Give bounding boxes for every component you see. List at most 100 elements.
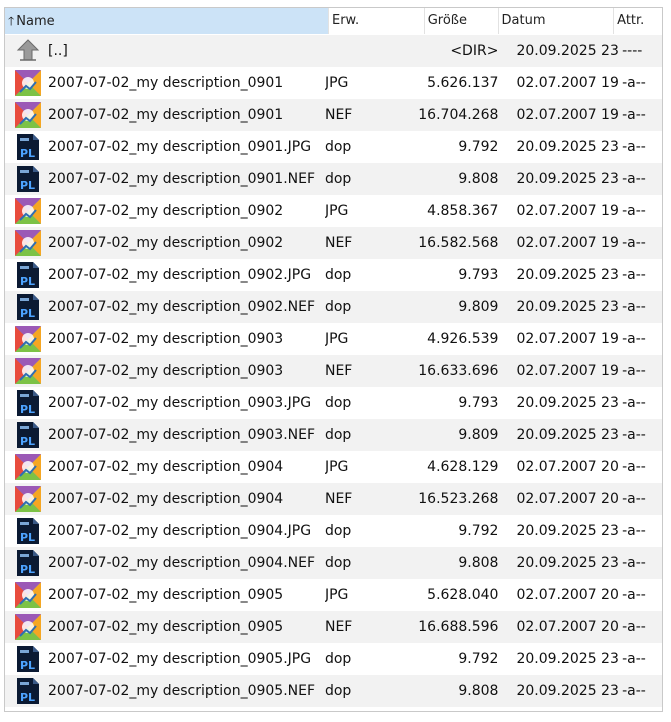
- file-attributes: -a--: [622, 555, 646, 571]
- file-row[interactable]: 2007-07-02_my description_0902 NEF 16.582.…: [5, 227, 662, 259]
- file-size: 4.858.367: [427, 203, 499, 219]
- file-row[interactable]: PL 2007-07-02_my description_0903.JPG dop…: [5, 387, 662, 419]
- file-row[interactable]: 2007-07-02_my description_0903 NEF 16.633.…: [5, 355, 662, 387]
- file-extension: NEF: [324, 619, 353, 635]
- file-attributes: -a--: [622, 75, 646, 91]
- dop-sidecar-file-icon: PL: [17, 422, 39, 448]
- file-size: 16.688.596: [418, 619, 499, 635]
- file-row[interactable]: PL 2007-07-02_my description_0904.JPG dop…: [5, 515, 662, 547]
- file-name: 2007-07-02_my description_0904: [48, 459, 284, 475]
- file-name-cell: [..]: [5, 35, 325, 67]
- file-size: 5.628.040: [427, 587, 499, 603]
- file-date: 20.09.2025 23:13: [516, 427, 619, 443]
- file-date: 20.09.2025 23:13: [516, 683, 619, 699]
- file-name-cell: PL 2007-07-02_my description_0902.JPG: [5, 259, 325, 291]
- file-name: 2007-07-02_my description_0904: [48, 491, 284, 507]
- file-name: 2007-07-02_my description_0902.NEF: [48, 299, 316, 315]
- file-name: 2007-07-02_my description_0903.JPG: [48, 395, 312, 411]
- file-row[interactable]: 2007-07-02_my description_0903 JPG 4.926.5…: [5, 323, 662, 355]
- file-attributes: -a--: [622, 491, 646, 507]
- file-date: 20.09.2025 23:13: [516, 299, 619, 315]
- image-file-icon: [15, 70, 41, 96]
- file-date: 02.07.2007 20:00: [516, 587, 619, 603]
- file-name: 2007-07-02_my description_0903.NEF: [48, 427, 316, 443]
- file-date: 20.09.2025 23:13: [516, 651, 619, 667]
- file-name-cell: 2007-07-02_my description_0904: [5, 483, 325, 515]
- file-rows: [..]<DIR>20.09.2025 23:13---- 2007-07-02…: [5, 35, 662, 707]
- file-row[interactable]: PL 2007-07-02_my description_0905.JPG dop…: [5, 643, 662, 675]
- dop-sidecar-file-icon: PL: [17, 134, 39, 160]
- file-attributes: -a--: [622, 203, 646, 219]
- file-extension: JPG: [324, 75, 349, 91]
- image-file-icon: [15, 326, 41, 352]
- file-size: 16.704.268: [418, 107, 499, 123]
- file-extension: dop: [324, 171, 352, 187]
- column-header-name[interactable]: 🡑 Name: [5, 8, 329, 34]
- column-header-extension[interactable]: Erw.: [329, 8, 425, 34]
- file-size: 9.793: [458, 395, 499, 411]
- file-attributes: -a--: [622, 331, 646, 347]
- file-date: 02.07.2007 19:59: [516, 203, 619, 219]
- file-row[interactable]: PL 2007-07-02_my description_0902.JPG dop…: [5, 259, 662, 291]
- file-size: 9.792: [458, 139, 499, 155]
- file-name: 2007-07-02_my description_0905.JPG: [48, 651, 312, 667]
- file-row[interactable]: 2007-07-02_my description_0901 JPG 5.626.1…: [5, 67, 662, 99]
- file-extension: dop: [324, 555, 352, 571]
- file-extension: NEF: [324, 235, 353, 251]
- column-header-extension-label: Erw.: [332, 13, 360, 28]
- file-date: 20.09.2025 23:13: [516, 523, 619, 539]
- file-row[interactable]: PL 2007-07-02_my description_0904.NEF dop…: [5, 547, 662, 579]
- file-row[interactable]: PL 2007-07-02_my description_0905.NEF dop…: [5, 675, 662, 707]
- file-row[interactable]: 2007-07-02_my description_0902 JPG 4.858.3…: [5, 195, 662, 227]
- file-name-cell: PL 2007-07-02_my description_0905.JPG: [5, 643, 325, 675]
- file-extension: NEF: [324, 107, 353, 123]
- file-name-cell: 2007-07-02_my description_0902: [5, 195, 325, 227]
- file-attributes: -a--: [622, 651, 646, 667]
- image-file-icon: [15, 486, 41, 512]
- dop-sidecar-file-icon: PL: [17, 294, 39, 320]
- file-row[interactable]: PL 2007-07-02_my description_0903.NEF dop…: [5, 419, 662, 451]
- svg-text:PL: PL: [20, 659, 35, 672]
- file-size: 16.523.268: [418, 491, 499, 507]
- file-size: 9.809: [458, 299, 499, 315]
- file-attributes: -a--: [622, 235, 646, 251]
- sort-ascending-icon: 🡑: [8, 14, 15, 28]
- file-name-cell: 2007-07-02_my description_0901: [5, 99, 325, 131]
- file-row[interactable]: 2007-07-02_my description_0905 NEF 16.688.…: [5, 611, 662, 643]
- file-name: 2007-07-02_my description_0903: [48, 331, 284, 347]
- file-size: 9.808: [458, 171, 499, 187]
- file-date: 02.07.2007 20:00: [516, 619, 619, 635]
- file-attributes: -a--: [622, 587, 646, 603]
- parent-directory-row[interactable]: [..] <DIR> 20.09.2025 23:13----: [5, 35, 662, 67]
- dop-sidecar-file-icon: PL: [17, 262, 39, 288]
- file-row[interactable]: PL 2007-07-02_my description_0901.NEF dop…: [5, 163, 662, 195]
- column-header-attributes[interactable]: Attr.: [614, 8, 662, 34]
- file-name-cell: 2007-07-02_my description_0903: [5, 323, 325, 355]
- file-row[interactable]: 2007-07-02_my description_0904 JPG 4.628.1…: [5, 451, 662, 483]
- file-extension: dop: [324, 683, 352, 699]
- file-name-cell: 2007-07-02_my description_0903: [5, 355, 325, 387]
- file-size: 4.926.539: [427, 331, 499, 347]
- image-file-icon: [15, 230, 41, 256]
- file-size: 9.808: [458, 683, 499, 699]
- file-attributes: -a--: [622, 459, 646, 475]
- file-size: 9.809: [458, 427, 499, 443]
- file-attributes: -a--: [622, 523, 646, 539]
- column-header-date[interactable]: Datum: [499, 8, 615, 34]
- file-row[interactable]: PL 2007-07-02_my description_0901.JPG dop…: [5, 131, 662, 163]
- column-header-bar: 🡑 Name Erw. Größe Datum Attr.: [5, 8, 662, 34]
- file-name: 2007-07-02_my description_0905.NEF: [48, 683, 316, 699]
- file-row[interactable]: 2007-07-02_my description_0901 NEF 16.704.…: [5, 99, 662, 131]
- file-row[interactable]: PL 2007-07-02_my description_0902.NEF dop…: [5, 291, 662, 323]
- svg-text:PL: PL: [20, 403, 35, 416]
- column-header-size[interactable]: Größe: [425, 8, 499, 34]
- image-file-icon: [15, 102, 41, 128]
- file-row[interactable]: 2007-07-02_my description_0905 JPG 5.628.0…: [5, 579, 662, 611]
- file-name-cell: PL 2007-07-02_my description_0904.JPG: [5, 515, 325, 547]
- column-header-attributes-label: Attr.: [617, 13, 645, 28]
- file-attributes: -a--: [622, 363, 646, 379]
- file-row[interactable]: 2007-07-02_my description_0904 NEF 16.523.…: [5, 483, 662, 515]
- file-attributes: ----: [622, 43, 643, 59]
- file-name: 2007-07-02_my description_0901.JPG: [48, 139, 312, 155]
- file-extension: dop: [324, 651, 352, 667]
